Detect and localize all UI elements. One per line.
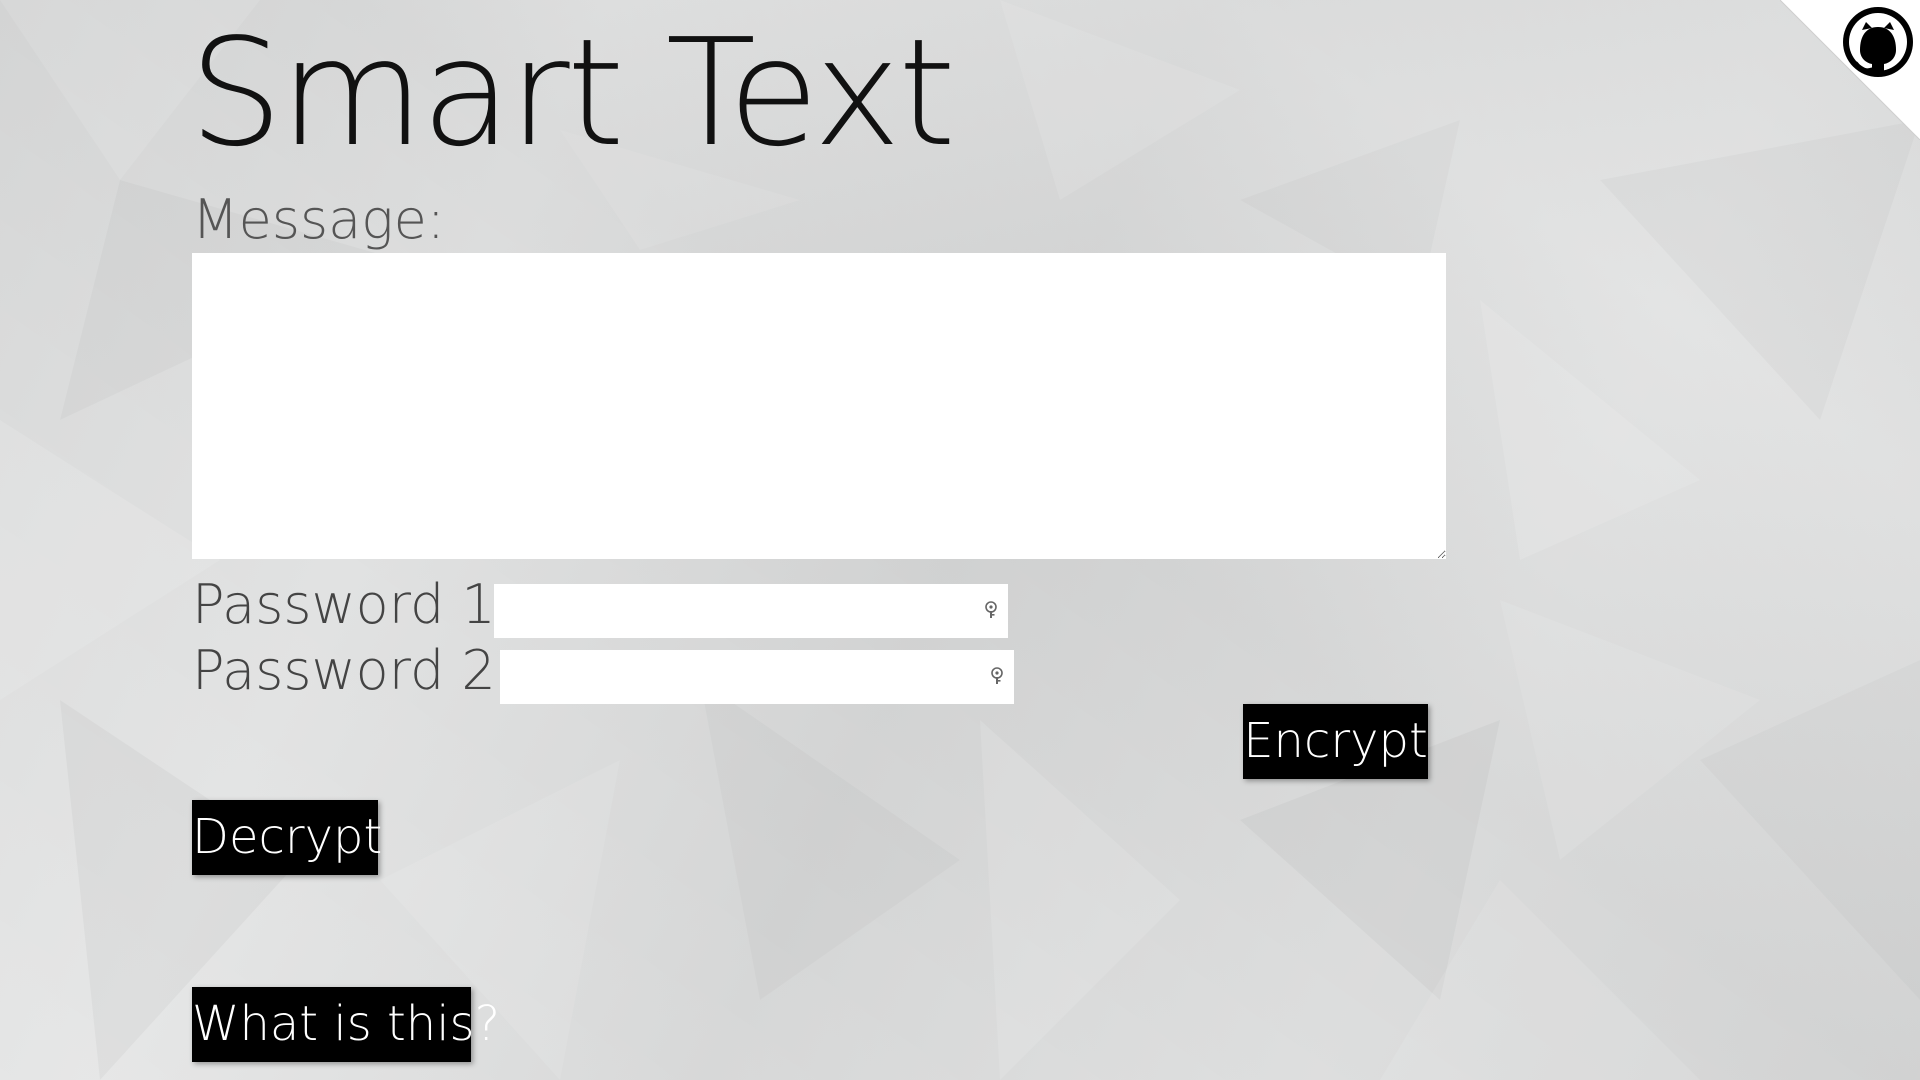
password2-label: Password 2: bbox=[192, 639, 514, 702]
password2-field[interactable] bbox=[500, 650, 1014, 704]
message-label: Message: bbox=[192, 188, 445, 251]
github-corner-link[interactable] bbox=[1780, 0, 1920, 140]
password-manager-key-icon[interactable] bbox=[990, 667, 1004, 685]
password1-input[interactable] bbox=[494, 584, 1008, 638]
encrypt-button[interactable]: Encrypt bbox=[1243, 704, 1428, 779]
what-is-this-button[interactable]: What is this? bbox=[192, 987, 500, 1062]
password1-label: Password 1: bbox=[192, 573, 514, 636]
page-title: Smart Text bbox=[189, 7, 956, 179]
decrypt-button[interactable]: Decrypt bbox=[192, 800, 382, 875]
password2-input[interactable] bbox=[500, 650, 1014, 704]
password-manager-key-icon[interactable] bbox=[984, 601, 998, 619]
message-textarea[interactable] bbox=[192, 253, 1446, 559]
password1-field[interactable] bbox=[494, 584, 1008, 638]
github-octocat-icon bbox=[1843, 7, 1913, 77]
